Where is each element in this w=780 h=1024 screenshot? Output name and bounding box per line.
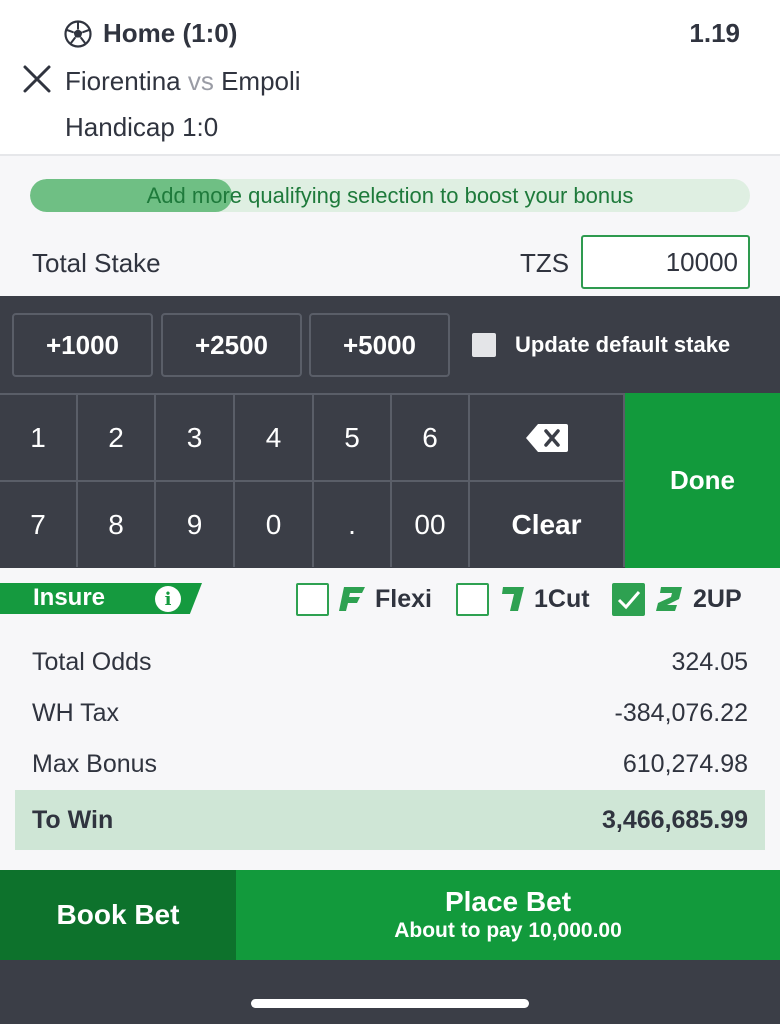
insure-label: Insure: [33, 584, 106, 611]
key-6[interactable]: 6: [392, 393, 470, 480]
home-team: Fiorentina: [65, 66, 181, 96]
total-odds-value: 324.05: [671, 648, 748, 676]
backspace-icon: [525, 423, 568, 452]
key-3[interactable]: 3: [156, 393, 235, 480]
onecut-badge-icon: [502, 587, 524, 611]
max-bonus-value: 610,274.98: [622, 750, 748, 778]
close-icon[interactable]: [22, 64, 52, 94]
soccer-ball-icon: [64, 20, 92, 48]
twoup-checkbox[interactable]: [612, 583, 645, 616]
book-bet-button[interactable]: Book Bet: [0, 870, 236, 960]
done-button[interactable]: Done: [625, 393, 780, 568]
key-5[interactable]: 5: [314, 393, 392, 480]
vs-label: vs: [187, 66, 214, 96]
stake-input[interactable]: [581, 235, 750, 289]
selection-odds: 1.19: [689, 18, 740, 48]
away-team: Empoli: [221, 66, 301, 96]
quick-stake-1000[interactable]: +1000: [12, 313, 153, 377]
key-decimal[interactable]: .: [314, 480, 392, 567]
place-bet-button[interactable]: Place Bet About to pay 10,000.00: [236, 870, 780, 960]
key-0[interactable]: 0: [235, 480, 314, 567]
pay-amount-label: About to pay 10,000.00: [394, 919, 622, 942]
to-win-label: To Win: [32, 806, 114, 834]
backspace-key[interactable]: [470, 393, 625, 480]
update-default-label: Update default stake: [515, 332, 731, 357]
key-9[interactable]: 9: [156, 480, 235, 567]
place-bet-label: Place Bet: [444, 886, 572, 917]
key-1[interactable]: 1: [0, 393, 78, 480]
flexi-badge-icon: [339, 587, 365, 611]
flexi-checkbox[interactable]: [296, 583, 329, 616]
checkmark-icon: [617, 591, 641, 610]
system-bottom-bar: [0, 960, 780, 1024]
quick-stake-2500[interactable]: +2500: [161, 313, 302, 377]
key-7[interactable]: 7: [0, 480, 78, 567]
to-win-value: 3,466,685.99: [602, 806, 748, 834]
total-odds-label: Total Odds: [32, 648, 152, 676]
flexi-label: Flexi: [375, 585, 432, 613]
bonus-progress-bar: Add more qualifying selection to boost y…: [30, 179, 750, 212]
onecut-label: 1Cut: [534, 585, 590, 613]
handicap-label: Handicap 1:0: [65, 112, 219, 142]
twoup-badge-icon: [656, 587, 682, 611]
bonus-message: Add more qualifying selection to boost y…: [146, 183, 634, 208]
wh-tax-value: -384,076.22: [614, 699, 748, 727]
twoup-label: 2UP: [693, 585, 742, 613]
update-default-checkbox[interactable]: [472, 333, 496, 357]
info-icon[interactable]: i: [155, 586, 181, 612]
key-2[interactable]: 2: [78, 393, 156, 480]
market-name: Home (1:0): [103, 18, 238, 48]
match-teams: Fiorentina vs Empoli: [65, 66, 301, 97]
home-indicator[interactable]: [251, 999, 529, 1008]
total-stake-label: Total Stake: [32, 248, 161, 278]
key-double-zero[interactable]: 00: [392, 480, 470, 567]
clear-key[interactable]: Clear: [470, 480, 625, 567]
wh-tax-label: WH Tax: [32, 699, 120, 727]
onecut-checkbox[interactable]: [456, 583, 489, 616]
key-4[interactable]: 4: [235, 393, 314, 480]
key-8[interactable]: 8: [78, 480, 156, 567]
quick-stake-5000[interactable]: +5000: [309, 313, 450, 377]
currency-label: TZS: [520, 248, 570, 278]
max-bonus-label: Max Bonus: [32, 750, 158, 778]
